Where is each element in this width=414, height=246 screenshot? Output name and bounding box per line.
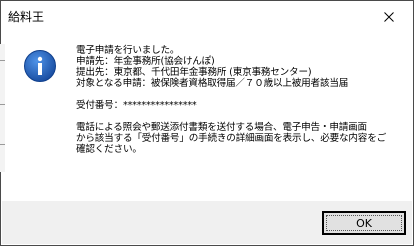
background-window-edge — [0, 44, 5, 172]
message-line: 確認ください。 — [76, 144, 142, 155]
message-line: 電子申請を行いました。 — [76, 45, 180, 56]
button-bar: OK — [2, 201, 412, 244]
ok-button[interactable]: OK — [322, 211, 406, 235]
message-line: 申請先：年金事務所(協会けんぽ) — [76, 56, 215, 67]
message-body: 電子申請を行いました。 申請先：年金事務所(協会けんぽ) 提出先：東京都、千代田… — [76, 45, 406, 155]
message-line: 対象となる申請：被保険者資格取得届／７０歳以上被用者該当届 — [76, 78, 349, 89]
receipt-number: 受付番号：**************** — [76, 100, 197, 111]
close-icon — [384, 11, 394, 22]
focus-rectangle — [326, 215, 402, 231]
message-line: から該当する「受付番号」の手続きの詳細画面を表示し、必要な内容をご — [76, 133, 386, 144]
message-line: 提出先：東京都、千代田年金事務所 (東京事務センター) — [76, 67, 312, 78]
message-line: 電話による照会や郵送添付書類を送付する場合、電子申告・申請画面 — [76, 122, 367, 133]
dialog-window: 給料王 電子申請を行いました。 申請先：年金事務所(協会けんぽ) 提出先：東京都… — [0, 0, 414, 246]
close-button[interactable] — [366, 2, 412, 31]
window-title: 給料王 — [8, 10, 45, 24]
title-bar[interactable]: 給料王 — [2, 2, 412, 31]
info-icon — [24, 50, 56, 82]
